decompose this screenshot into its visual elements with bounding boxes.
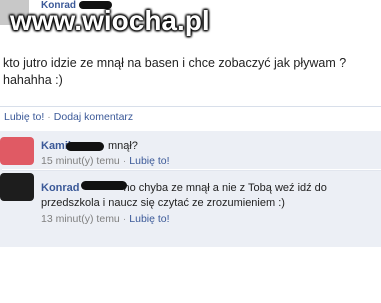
separator-dot: · bbox=[122, 155, 127, 167]
comment-meta: 13 minut(y) temu · Lubię to! bbox=[41, 213, 170, 225]
separator-dot: · bbox=[47, 111, 51, 123]
watermark-logo: www.wiocha.pl bbox=[10, 5, 210, 36]
comment-text-line-2: przedszkola i naucz się czytać ze zrozum… bbox=[41, 197, 285, 209]
page-bottom bbox=[0, 247, 381, 303]
censor-blob bbox=[81, 181, 127, 190]
commenter-avatar[interactable] bbox=[0, 137, 34, 165]
comment-timestamp[interactable]: 15 minut(y) temu bbox=[41, 155, 120, 167]
censor-blob bbox=[66, 142, 104, 151]
commenter-avatar[interactable] bbox=[0, 173, 34, 201]
comment-like-link[interactable]: Lubię to! bbox=[129, 155, 169, 167]
post-text-line-1: kto jutro idzie ze mnął na basen i chce … bbox=[3, 56, 347, 70]
separator-dot: · bbox=[122, 213, 127, 225]
divider bbox=[2, 170, 381, 171]
comment-meta: 15 minut(y) temu · Lubię to! bbox=[41, 155, 170, 167]
divider bbox=[0, 106, 381, 107]
comment-timestamp[interactable]: 13 minut(y) temu bbox=[41, 213, 120, 225]
comment-like-link[interactable]: Lubię to! bbox=[129, 213, 169, 225]
comment-text: no chyba ze mnął a nie z Tobą weź idź do bbox=[123, 182, 327, 194]
comment-author[interactable]: Konrad bbox=[41, 182, 80, 194]
comment-text: mnął? bbox=[107, 140, 138, 152]
post-text: kto jutro idzie ze mnął na basen i chce … bbox=[3, 55, 375, 89]
post-actions: Lubię to! · Dodaj komentarz bbox=[4, 111, 133, 123]
add-comment-link[interactable]: Dodaj komentarz bbox=[54, 111, 133, 123]
post-text-line-2: hahahha :) bbox=[3, 73, 63, 87]
like-link[interactable]: Lubię to! bbox=[4, 111, 44, 123]
